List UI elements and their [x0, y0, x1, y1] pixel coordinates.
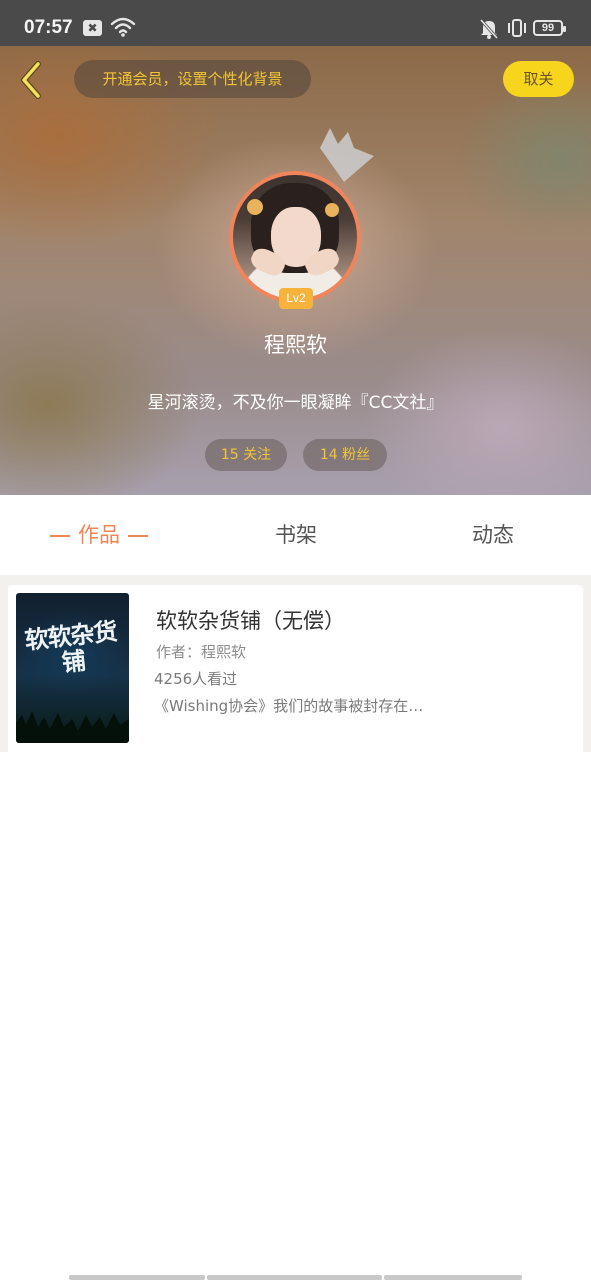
book-cover: 软软杂货铺 — [16, 593, 129, 743]
tab-works[interactable]: 作品 — [40, 495, 158, 575]
bottom-nav-segment — [69, 1275, 205, 1280]
profile-header: 开通会员，设置个性化背景 取关 Lv2 程熙软 星河滚烫，不及你一眼凝眸『CC文… — [0, 46, 591, 495]
tab-indicator-left — [50, 535, 70, 537]
bottom-nav-segment — [207, 1275, 382, 1280]
mute-bell-icon — [479, 19, 499, 39]
profile-tabs: 作品 书架 动态 — [0, 495, 591, 575]
book-views: 4256人看过 — [154, 670, 238, 688]
tab-indicator-right — [128, 535, 148, 537]
vip-background-button[interactable]: 开通会员，设置个性化背景 — [74, 60, 311, 98]
username: 程熙软 — [264, 333, 327, 357]
status-bar: 07:57 ✖ 99 — [0, 0, 591, 46]
book-description: 《Wishing协会》我们的故事被封存在… — [154, 697, 424, 715]
status-time: 07:57 — [24, 17, 73, 38]
fans-count-button[interactable]: 14 粉丝 — [303, 439, 387, 471]
avatar[interactable] — [229, 171, 361, 303]
vibrate-icon — [508, 19, 526, 37]
work-card[interactable]: 软软杂货铺 软软杂货铺（无偿） 作者：程熙软 4256人看过 《Wishing协… — [8, 585, 583, 752]
book-author: 作者：程熙软 — [156, 643, 247, 661]
tab-works-label: 作品 — [78, 523, 120, 547]
book-title: 软软杂货铺（无偿） — [156, 609, 345, 633]
back-arrow-icon[interactable] — [14, 60, 50, 100]
avatar-image — [233, 175, 357, 299]
wifi-icon — [110, 17, 136, 37]
tab-bookshelf[interactable]: 书架 — [246, 495, 346, 575]
notification-icon: ✖ — [83, 20, 102, 36]
book-cover-title: 软软杂货铺 — [23, 617, 118, 678]
battery-icon: 99 — [533, 20, 566, 36]
following-count-button[interactable]: 15 关注 — [205, 439, 287, 471]
unfollow-button[interactable]: 取关 — [503, 61, 574, 97]
works-list: 软软杂货铺 软软杂货铺（无偿） 作者：程熙软 4256人看过 《Wishing协… — [0, 575, 591, 752]
user-bio: 星河滚烫，不及你一眼凝眸『CC文社』 — [147, 393, 444, 413]
cover-trees-image — [16, 711, 129, 743]
level-badge: Lv2 — [279, 288, 313, 309]
bottom-nav-segment — [384, 1275, 522, 1280]
tab-activity[interactable]: 动态 — [443, 495, 543, 575]
